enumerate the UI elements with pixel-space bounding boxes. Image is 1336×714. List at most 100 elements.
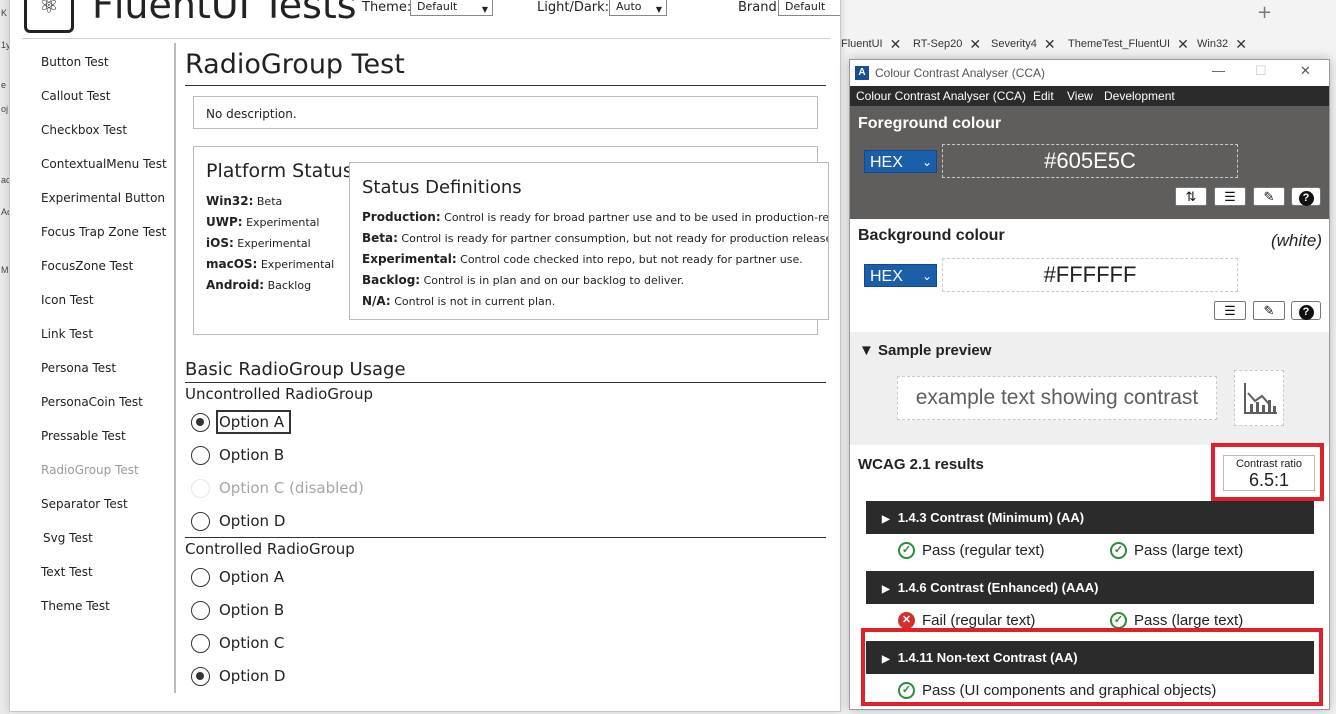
nav-item-separator-test[interactable]: Separator Test bbox=[41, 497, 128, 511]
controlled-option-c[interactable]: Option C bbox=[191, 631, 284, 655]
minimize-icon[interactable]: — bbox=[1212, 63, 1225, 78]
close-icon[interactable]: ✕ bbox=[1044, 36, 1056, 53]
result-text: Pass (large text) bbox=[1134, 612, 1244, 629]
platform-row: UWP: Experimental bbox=[206, 215, 319, 229]
nav-item-theme-test[interactable]: Theme Test bbox=[41, 599, 110, 613]
contrast-ratio-value: 6.5:1 bbox=[1248, 470, 1290, 490]
controlled-option-d[interactable]: Option D bbox=[191, 664, 285, 688]
close-icon[interactable]: ✕ bbox=[1300, 63, 1311, 79]
contrast-ratio-box: Contrast ratio 6.5:1 bbox=[1223, 455, 1315, 491]
swap-colours-button[interactable]: ⇅ bbox=[1175, 187, 1207, 206]
status-term: Beta: bbox=[362, 231, 398, 245]
status-definition-row: Experimental: Control code checked into … bbox=[362, 252, 803, 266]
foreground-hex-input[interactable]: #605E5C bbox=[942, 144, 1238, 178]
result-item: ✓ Pass (large text) bbox=[1110, 612, 1243, 629]
criterion-1-4-11-toggle[interactable]: ▶ 1.4.11 Non-text Contrast (AA) bbox=[866, 641, 1314, 674]
nav-item-button-test[interactable]: Button Test bbox=[41, 55, 109, 69]
background-sliders-button[interactable]: ☰ bbox=[1214, 301, 1246, 320]
uncontrolled-option-a[interactable]: Option A bbox=[191, 410, 292, 434]
platform-status: Experimental bbox=[260, 258, 335, 271]
menu-development[interactable]: Development bbox=[1104, 89, 1175, 103]
nav-item-checkbox-test[interactable]: Checkbox Test bbox=[41, 123, 127, 137]
foreground-format-select[interactable]: HEX ⌄ bbox=[864, 150, 937, 173]
criterion-1-4-3-toggle[interactable]: ▶ 1.4.3 Contrast (Minimum) (AA) bbox=[866, 501, 1314, 534]
radio-label: Option D bbox=[219, 512, 286, 530]
foreground-help-button[interactable]: ? bbox=[1291, 187, 1321, 206]
controlled-option-b[interactable]: Option B bbox=[191, 598, 284, 622]
nav-item-personacoin-test[interactable]: PersonaCoin Test bbox=[41, 395, 143, 409]
nav-item-pressable-test[interactable]: Pressable Test bbox=[41, 429, 126, 443]
background-label: Background colour bbox=[858, 227, 1005, 244]
close-icon[interactable]: ✕ bbox=[969, 36, 981, 53]
uncontrolled-option-d[interactable]: Option D bbox=[191, 509, 285, 533]
status-definition-row: Production: Control is ready for broad p… bbox=[362, 210, 828, 224]
nav-item-persona-test[interactable]: Persona Test bbox=[41, 361, 116, 375]
brand-label: Brand: bbox=[738, 0, 782, 15]
wcag-results-title: WCAG 2.1 results bbox=[858, 456, 984, 473]
cca-logo-icon: A bbox=[855, 66, 869, 80]
radio-circle bbox=[191, 600, 210, 620]
close-icon[interactable]: ✕ bbox=[1177, 36, 1189, 53]
chevron-down-icon: ▼ bbox=[655, 5, 662, 14]
menu-app[interactable]: Colour Contrast Analyser (CCA) bbox=[856, 89, 1026, 103]
browser-tab[interactable]: Severity4 ✕ bbox=[991, 34, 1056, 54]
foreground-eyedropper-button[interactable]: ✎ bbox=[1253, 187, 1285, 206]
radio-label: Option A bbox=[216, 410, 292, 434]
platform-row: Win32: Beta bbox=[206, 194, 282, 208]
close-icon[interactable]: ✕ bbox=[890, 36, 902, 53]
result-item: ✓ Pass (regular text) bbox=[898, 542, 1045, 559]
nav-item-focuszone-test[interactable]: FocusZone Test bbox=[41, 259, 133, 273]
lightdark-value: Auto bbox=[616, 0, 642, 13]
cca-window-title: Colour Contrast Analyser (CCA) bbox=[875, 66, 1046, 80]
tab-label: FluentUI bbox=[841, 38, 883, 50]
brand-select[interactable]: Default bbox=[778, 0, 840, 16]
bg-letter: oj bbox=[1, 104, 9, 114]
browser-tab[interactable]: ThemeTest_FluentUI ✕ bbox=[1068, 34, 1189, 54]
nav-item-icon-test[interactable]: Icon Test bbox=[41, 293, 94, 307]
status-text: Control is in plan and on our backlog to… bbox=[423, 274, 685, 287]
nav-item-experimental-button[interactable]: Experimental Button bbox=[41, 191, 165, 205]
sample-preview-panel: ▼ Sample preview example text showing co… bbox=[850, 332, 1329, 445]
swap-icon: ⇅ bbox=[1185, 189, 1197, 204]
nav-item-link-test[interactable]: Link Test bbox=[41, 327, 93, 341]
background-colour-name: (white) bbox=[1270, 231, 1322, 250]
nav-item-radiogroup-test[interactable]: RadioGroup Test bbox=[41, 463, 139, 477]
new-tab-icon[interactable]: + bbox=[1257, 2, 1272, 23]
radio-circle bbox=[191, 478, 210, 498]
background-hex-input[interactable]: #FFFFFF bbox=[942, 258, 1238, 292]
radio-circle bbox=[191, 567, 210, 587]
status-definition-row: Beta: Control is ready for partner consu… bbox=[362, 231, 828, 245]
nav-item-focus-trap-zone-test[interactable]: Focus Trap Zone Test bbox=[41, 225, 166, 239]
controlled-option-a[interactable]: Option A bbox=[191, 565, 284, 589]
sample-preview-toggle[interactable]: ▼ Sample preview bbox=[859, 342, 991, 359]
browser-tab[interactable]: Win32 ✕ bbox=[1197, 34, 1247, 54]
lightdark-select[interactable]: Auto ▼ bbox=[609, 0, 667, 16]
platform-status: Beta bbox=[256, 195, 283, 208]
nav-item-svg-test[interactable]: Svg Test bbox=[43, 531, 93, 545]
nav-item-contextualmenu-test[interactable]: ContextualMenu Test bbox=[41, 157, 167, 171]
app-title: FluentUI Tests bbox=[92, 0, 357, 27]
uncontrolled-option-b[interactable]: Option B bbox=[191, 443, 284, 467]
menu-view[interactable]: View bbox=[1067, 89, 1093, 103]
bg-letter: e bbox=[1, 80, 7, 90]
status-term: Backlog: bbox=[362, 273, 421, 287]
colour-sliders-button[interactable]: ☰ bbox=[1214, 187, 1246, 206]
criterion-title: 1.4.3 Contrast (Minimum) (AA) bbox=[897, 510, 1085, 525]
radio-label: Option B bbox=[219, 446, 285, 464]
result-text: Pass (regular text) bbox=[922, 542, 1045, 559]
background-help-button[interactable]: ? bbox=[1291, 301, 1321, 320]
platform-row: Android: Backlog bbox=[206, 278, 311, 292]
criterion-1-4-6-toggle[interactable]: ▶ 1.4.6 Contrast (Enhanced) (AAA) bbox=[866, 571, 1314, 604]
menu-edit[interactable]: Edit bbox=[1033, 89, 1054, 103]
background-eyedropper-button[interactable]: ✎ bbox=[1253, 301, 1285, 320]
nav-item-text-test[interactable]: Text Test bbox=[41, 565, 93, 579]
background-format-select[interactable]: HEX ⌄ bbox=[864, 264, 937, 287]
browser-tab[interactable]: RT-Sep20 ✕ bbox=[913, 34, 981, 54]
theme-select[interactable]: Default ▼ bbox=[410, 0, 493, 16]
radio-circle bbox=[191, 445, 210, 465]
result-text: Pass (UI components and graphical object… bbox=[922, 682, 1217, 699]
nav-item-callout-test[interactable]: Callout Test bbox=[41, 89, 111, 103]
close-icon[interactable]: ✕ bbox=[1235, 36, 1247, 53]
foreground-panel: Foreground colour HEX ⌄ #605E5C ⇅ ☰ ✎ ? bbox=[850, 106, 1329, 219]
browser-tab[interactable]: FluentUI ✕ bbox=[841, 34, 901, 54]
